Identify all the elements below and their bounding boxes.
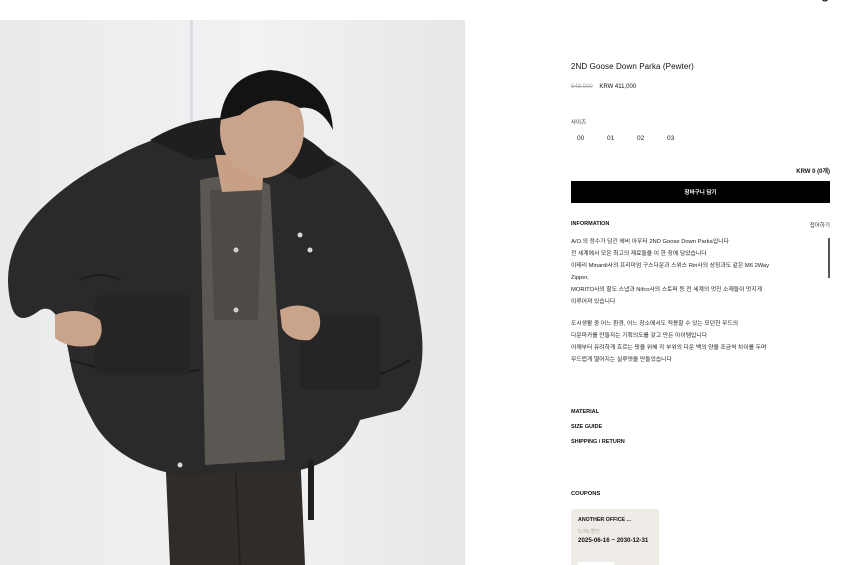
info-line: 도시생활 중 어느 환경, 어느 장소에서도 적용할 수 있는 모던한 무드의 <box>571 321 739 328</box>
model-illustration <box>8 20 423 565</box>
size-guide-link[interactable]: SIZE GUIDE <box>571 420 625 435</box>
total-price: KRW 0 (0개) <box>796 169 830 175</box>
info-line: A/O.의 정수가 담긴 헤비 아우터 2ND Goose Down Parka… <box>571 239 729 245</box>
information-heading: INFORMATION <box>571 221 610 227</box>
size-label: 사이즈 <box>571 120 587 126</box>
size-option-00[interactable]: 00 <box>571 135 601 142</box>
info-line: 이태리 Minardi사의 프리미엄 구스다운과 스위스 Riri사의 상징과도… <box>571 262 770 269</box>
shipping-return-link[interactable]: SHIPPING / RETURN <box>571 435 625 450</box>
info-line: 다운파카를 만들자는 기획의도를 갖고 만든 아이템입니다 <box>571 333 708 340</box>
size-option-02[interactable]: 02 <box>631 135 661 142</box>
sale-price: KRW 411,000 <box>599 84 637 90</box>
material-link[interactable]: MATERIAL <box>571 405 625 420</box>
product-detail-panel: 2ND Goose Down Parka (Pewter) 548,000 KR… <box>571 0 830 565</box>
information-text: A/O.의 정수가 담긴 헤비 아우터 2ND Goose Down Parka… <box>571 237 823 367</box>
info-line: Zipper, <box>571 274 589 281</box>
coupons-heading: COUPONS <box>571 491 601 497</box>
coupon-card[interactable]: ANOTHER OFFICE ... 5.0% 할인 2025-06-16 ~ … <box>571 509 659 565</box>
original-price: 548,000 <box>571 84 593 90</box>
info-links: MATERIAL SIZE GUIDE SHIPPING / RETURN <box>571 405 625 450</box>
coupon-period: 2025-06-16 ~ 2030-12-31 <box>578 537 649 544</box>
info-line: 이루어져 있습니다 <box>571 298 616 305</box>
size-option-01[interactable]: 01 <box>601 135 631 142</box>
price-row: 548,000 KRW 411,000 <box>571 84 636 90</box>
information-scrollbar[interactable] <box>828 238 830 278</box>
info-line: 어깨부터 유려하게 흐르는 핏을 위해 각 부위의 다운 백의 양을 조금씩 차… <box>571 345 767 352</box>
size-options: 00 01 02 03 <box>571 135 691 142</box>
coupon-discount: 5.0% 할인 <box>578 529 600 535</box>
information-header: INFORMATION 접어하기 <box>571 221 830 229</box>
product-title: 2ND Goose Down Parka (Pewter) <box>571 62 694 71</box>
info-line: MORITO사의 할도 스냅과 Nifco사의 스토퍼 등 전 세계의 멋진 소… <box>571 286 763 293</box>
info-line: 전 세계에서 모은 최고의 재료들을 이 한 장에 담았습니다 <box>571 250 707 257</box>
info-line: 무드럽게 떨어지는 실루엣을 만들었습니다 <box>571 357 672 364</box>
add-to-cart-button[interactable]: 장바구니 담기 <box>571 181 830 203</box>
collapse-toggle[interactable]: 접어하기 <box>810 221 830 229</box>
product-photo <box>0 20 465 565</box>
size-option-03[interactable]: 03 <box>661 135 691 142</box>
coupon-name: ANOTHER OFFICE ... <box>578 517 631 523</box>
